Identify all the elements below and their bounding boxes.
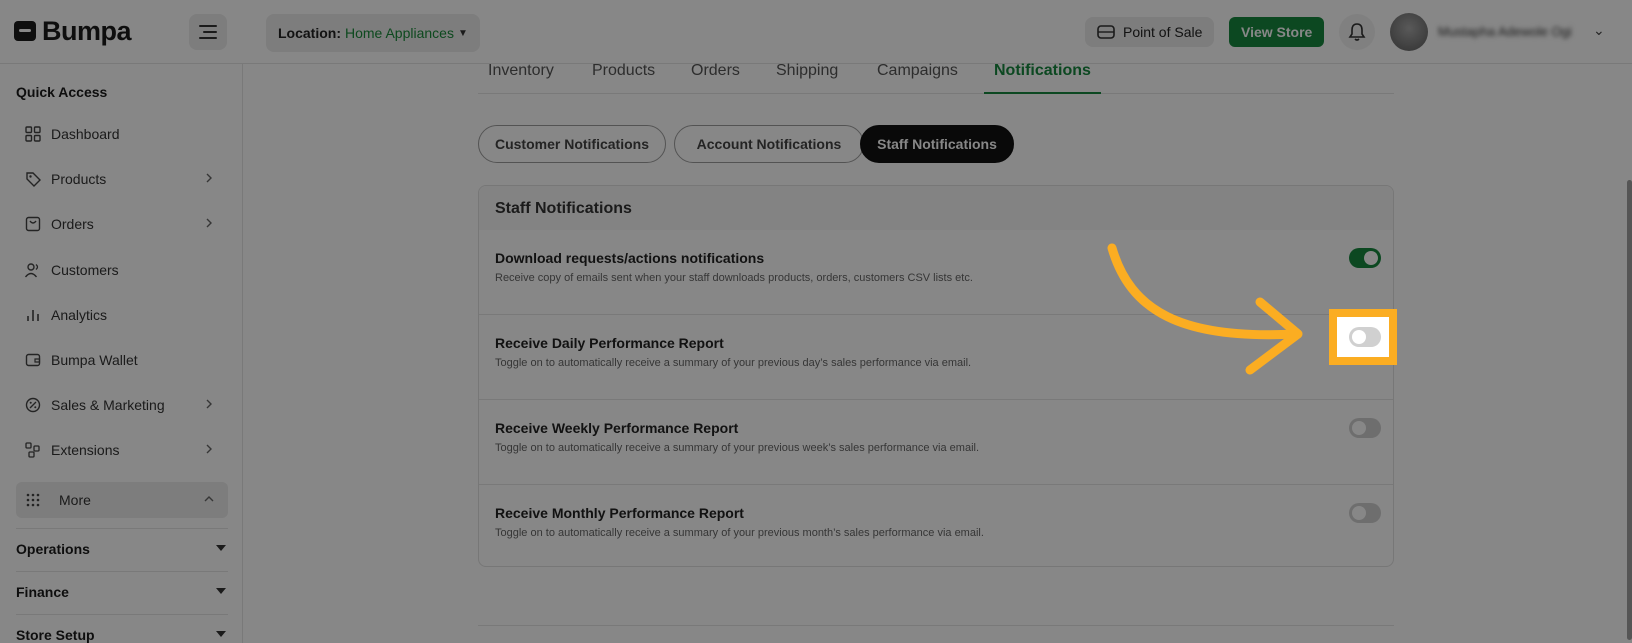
dots-grid-icon (24, 491, 42, 509)
chevron-down-icon[interactable]: ⌄ (1593, 22, 1605, 39)
row-title: Receive Weekly Performance Report (495, 420, 739, 436)
toggle-knob (1364, 251, 1378, 265)
download-notifications-toggle[interactable] (1349, 248, 1381, 268)
sidebar-item-label: More (59, 492, 91, 508)
users-icon (24, 261, 42, 279)
caret-down-icon: ▼ (457, 27, 468, 39)
logo-text: Bumpa (42, 15, 132, 46)
highlight-frame (1329, 309, 1397, 365)
tab-campaigns[interactable]: Campaigns (877, 62, 958, 94)
sidebar-item-label: Customers (51, 262, 119, 278)
notification-row-weekly: Receive Weekly Performance Report Toggle… (479, 400, 1393, 485)
sidebar-group-operations[interactable]: Operations (16, 528, 228, 568)
view-store-button[interactable]: View Store (1229, 17, 1325, 47)
group-label: Store Setup (16, 626, 95, 643)
row-description: Toggle on to automatically receive a sum… (495, 442, 980, 454)
grid-icon (24, 125, 42, 143)
weekly-report-toggle[interactable] (1349, 418, 1381, 438)
caret-down-icon (216, 588, 226, 594)
sidebar-group-store-setup[interactable]: Store Setup (16, 614, 228, 643)
notifications-button[interactable] (1339, 14, 1375, 50)
chevron-right-icon (206, 173, 212, 183)
curved-arrow-icon (1107, 243, 1303, 375)
bumpa-logo[interactable]: Bumpa (14, 14, 132, 48)
sidebar-group-finance[interactable]: Finance (16, 571, 228, 611)
row-title: Receive Daily Performance Report (495, 335, 724, 351)
sidebar-item-label: Sales & Marketing (51, 397, 165, 413)
settings-tabs: Inventory Products Orders Shipping Campa… (478, 58, 1394, 94)
group-label: Finance (16, 583, 69, 600)
sidebar-item-analytics[interactable]: Analytics (16, 297, 228, 333)
user-avatar[interactable] (1390, 13, 1428, 51)
toggle-knob (1352, 330, 1366, 344)
percent-icon (24, 396, 42, 414)
toggle-knob (1352, 421, 1366, 435)
logo-mark-icon (14, 21, 36, 41)
location-label: Location: (278, 25, 341, 41)
sidebar-item-label: Orders (51, 216, 94, 232)
menu-line-icon (203, 31, 217, 33)
card-title: Staff Notifications (479, 186, 1393, 230)
daily-report-toggle[interactable] (1349, 327, 1381, 347)
tab-orders[interactable]: Orders (691, 62, 740, 94)
group-label: Operations (16, 540, 90, 557)
divider (478, 625, 1394, 626)
sidebar: Quick Access Dashboard Products Orders C… (0, 64, 243, 643)
row-title: Download requests/actions notifications (495, 250, 765, 266)
menu-line-icon (199, 25, 217, 27)
location-value: Home Appliances (345, 25, 454, 41)
bell-icon (1348, 23, 1366, 41)
user-name[interactable]: Mustapha Adewole Ogi (1438, 24, 1572, 39)
sidebar-item-dashboard[interactable]: Dashboard (16, 116, 228, 152)
extensions-icon (24, 441, 42, 459)
sidebar-item-customers[interactable]: Customers (16, 252, 228, 288)
tab-inventory[interactable]: Inventory (488, 62, 554, 94)
location-selector[interactable]: Location: Home Appliances ▼ (266, 14, 480, 52)
sidebar-item-label: Products (51, 171, 107, 187)
wallet-icon (24, 351, 42, 369)
sidebar-item-extensions[interactable]: Extensions (16, 432, 228, 468)
caret-down-icon (216, 545, 226, 551)
bar-chart-icon (24, 306, 42, 324)
subtab-staff-notifications[interactable]: Staff Notifications (860, 125, 1014, 163)
sidebar-item-bumpa-wallet[interactable]: Bumpa Wallet (16, 342, 228, 378)
notification-row-monthly: Receive Monthly Performance Report Toggl… (479, 485, 1393, 566)
chevron-right-icon (206, 218, 212, 228)
sidebar-item-label: Extensions (51, 442, 120, 458)
inbox-icon (24, 215, 42, 233)
row-title: Receive Monthly Performance Report (495, 505, 744, 521)
sidebar-item-orders[interactable]: Orders (16, 206, 228, 242)
quick-access-title: Quick Access (16, 84, 108, 100)
toggle-knob (1352, 506, 1366, 520)
hamburger-menu-button[interactable] (189, 14, 227, 50)
scrollbar[interactable] (1627, 180, 1632, 640)
top-header: Bumpa Location: Home Appliances ▼ Point … (0, 0, 1632, 64)
menu-line-icon (199, 37, 217, 39)
sidebar-item-label: Bumpa Wallet (51, 352, 138, 368)
sidebar-item-sales-marketing[interactable]: Sales & Marketing (16, 387, 228, 423)
tab-products[interactable]: Products (592, 62, 655, 94)
sidebar-item-products[interactable]: Products (16, 161, 228, 197)
caret-down-icon (216, 631, 226, 637)
tag-icon (24, 170, 42, 188)
tab-shipping[interactable]: Shipping (776, 62, 838, 94)
row-description: Toggle on to automatically receive a sum… (495, 357, 972, 369)
sidebar-item-more[interactable]: More (16, 482, 228, 518)
chevron-right-icon (206, 444, 212, 454)
pos-label: Point of Sale (1123, 24, 1203, 40)
chevron-up-icon (204, 496, 214, 502)
point-of-sale-button[interactable]: Point of Sale (1085, 17, 1215, 47)
sidebar-item-label: Analytics (51, 307, 108, 323)
tab-notifications[interactable]: Notifications (984, 62, 1101, 94)
row-description: Receive copy of emails sent when your st… (495, 272, 973, 284)
monthly-report-toggle[interactable] (1349, 503, 1381, 523)
subtab-customer-notifications[interactable]: Customer Notifications (478, 125, 666, 163)
pos-icon (1097, 25, 1115, 39)
subtab-account-notifications[interactable]: Account Notifications (674, 125, 864, 163)
sidebar-item-label: Dashboard (51, 126, 120, 142)
row-description: Toggle on to automatically receive a sum… (495, 527, 984, 539)
chevron-right-icon (206, 399, 212, 409)
